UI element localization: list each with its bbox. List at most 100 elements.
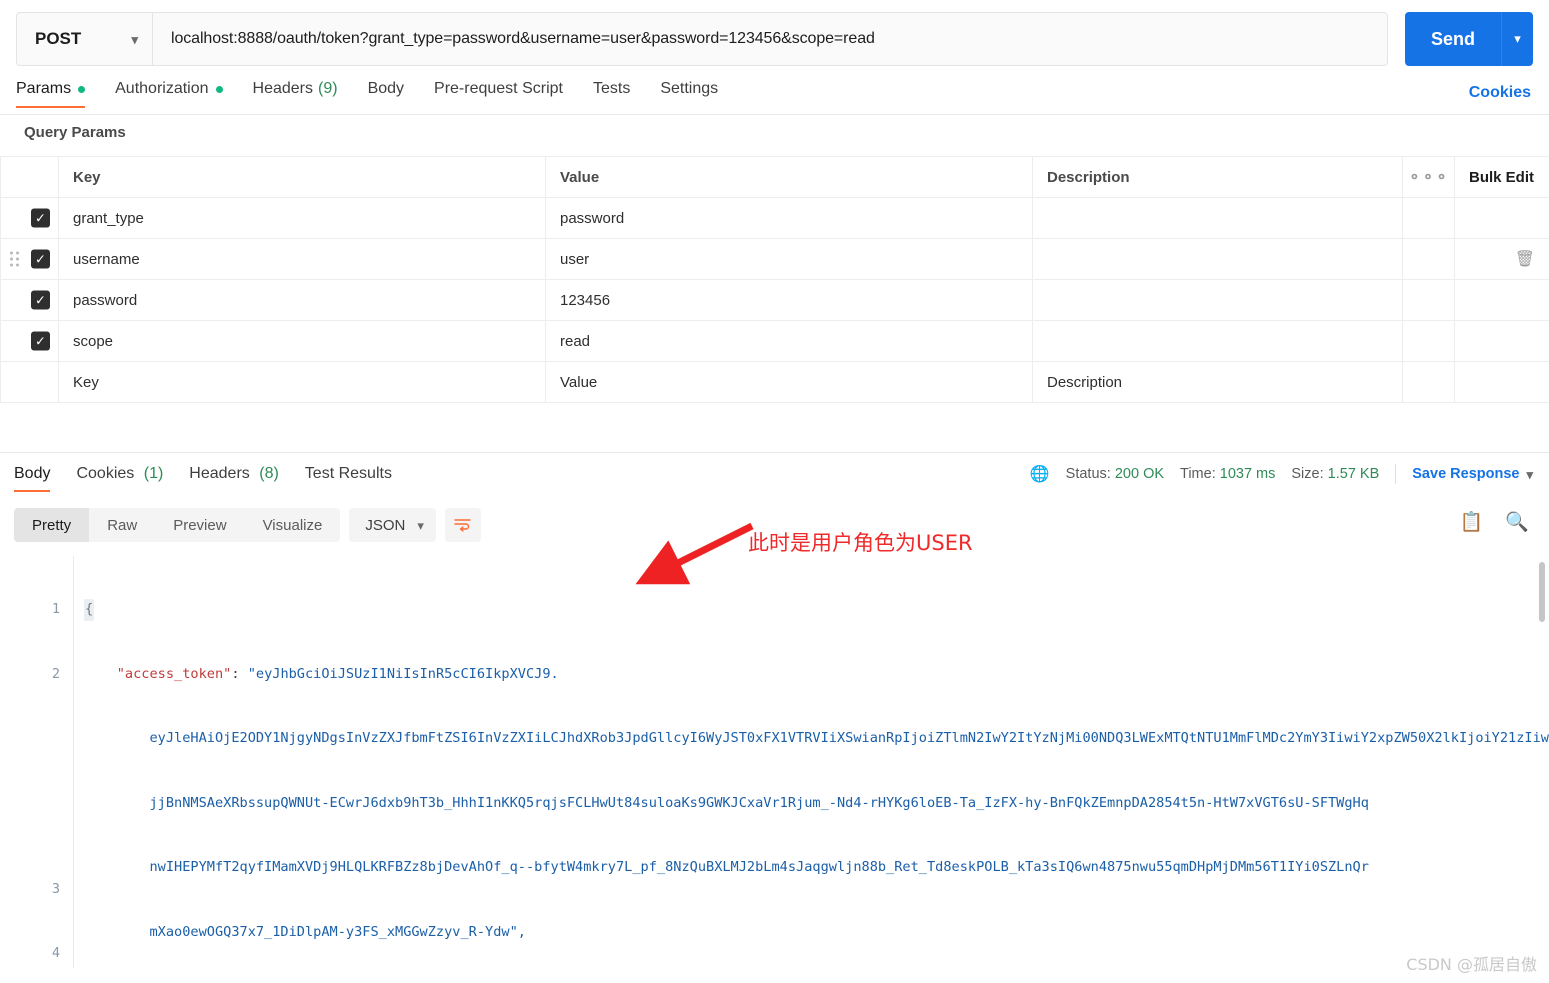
row-checkbox[interactable]: ✓: [31, 331, 50, 351]
view-mode-preview[interactable]: Preview: [155, 508, 244, 542]
row-description[interactable]: [1032, 279, 1403, 321]
tab-tests[interactable]: Tests: [593, 80, 630, 108]
annotation-arrow-icon: [635, 522, 754, 585]
code-scrollbar[interactable]: [1539, 562, 1545, 622]
row-key[interactable]: scope: [58, 320, 546, 362]
row-checkbox[interactable]: ✓: [31, 249, 50, 269]
drag-handle-icon[interactable]: [10, 251, 19, 267]
copy-icon[interactable]: 📋: [1460, 510, 1484, 534]
row-value[interactable]: 123456: [545, 279, 1033, 321]
row-actions: [1454, 197, 1549, 239]
tab-params[interactable]: Params: [16, 80, 86, 108]
row-key[interactable]: password: [58, 279, 546, 321]
response-tab-body[interactable]: Body: [14, 465, 51, 492]
code-line: "access_token": "eyJhbGciOiJSUzI1NiIsInR…: [84, 664, 1549, 686]
response-view-bar: Pretty Raw Preview Visualize JSON ▾: [14, 508, 481, 542]
table-row: ✓ password 123456: [0, 279, 1549, 321]
search-icon[interactable]: 🔍: [1505, 510, 1529, 534]
table-header-row: Key Value Description ⚬⚬⚬ Bulk Edit: [0, 156, 1549, 198]
row-value[interactable]: password: [545, 197, 1033, 239]
key-access-token: "access_token": [116, 665, 232, 682]
bulk-edit-button[interactable]: Bulk Edit: [1454, 156, 1549, 198]
value-access-token-part: jjBnNMSAeXRbssupQWNUt-ECwrJ6dxb9hT3b_Hhh…: [149, 794, 1369, 811]
format-selector[interactable]: JSON ▾: [349, 508, 436, 542]
divider: [0, 452, 1549, 453]
view-mode-visualize[interactable]: Visualize: [245, 508, 341, 542]
value-access-token-part: nwIHEPYMfT2qyfIMamXVDj9HLQLKRFBZz8bjDevA…: [149, 859, 1369, 875]
new-value-input[interactable]: Value: [545, 361, 1033, 403]
send-group: Send ▾: [1405, 12, 1533, 66]
divider: [0, 114, 1549, 115]
row-spacer: [1402, 238, 1455, 280]
url-text: localhost:8888/oauth/token?grant_type=pa…: [171, 30, 875, 47]
time-label: Time:: [1180, 466, 1216, 482]
chevron-down-icon: ▾: [1526, 466, 1533, 482]
row-checkbox[interactable]: ✓: [31, 290, 50, 310]
tab-body[interactable]: Body: [368, 80, 404, 108]
response-tab-headers-count: (8): [259, 464, 279, 482]
table-row: ✓ scope read: [0, 320, 1549, 362]
row-actions: [1454, 320, 1549, 362]
response-tab-test-results[interactable]: Test Results: [305, 465, 392, 492]
more-options-icon[interactable]: ⚬⚬⚬: [1408, 169, 1449, 186]
tab-params-label: Params: [16, 80, 72, 97]
row-spacer: [1402, 320, 1455, 362]
row-description[interactable]: [1032, 320, 1403, 362]
response-tab-cookies[interactable]: Cookies (1): [76, 465, 163, 492]
save-response-label: Save Response: [1412, 466, 1520, 482]
row-key[interactable]: grant_type: [58, 197, 546, 239]
response-tab-headers[interactable]: Headers (8): [189, 465, 279, 492]
row-checkbox-cell: ✓: [0, 238, 59, 280]
response-tab-test-results-label: Test Results: [304, 464, 392, 482]
tab-tests-label: Tests: [592, 80, 631, 97]
table-row: ✓ username user 🗑: [0, 238, 1549, 280]
tab-body-label: Body: [367, 80, 405, 97]
code-lines: { "access_token": "eyJhbGciOiJSUzI1NiIsI…: [84, 556, 1549, 968]
row-value[interactable]: read: [545, 320, 1033, 362]
bulk-edit-label: Bulk Edit: [1469, 168, 1535, 186]
method-label: POST: [35, 29, 82, 48]
method-selector[interactable]: POST ▾: [16, 12, 152, 66]
send-button[interactable]: Send: [1405, 12, 1501, 66]
view-mode-pretty[interactable]: Pretty: [14, 508, 90, 542]
json-open-brace: {: [84, 599, 95, 621]
wrap-lines-button[interactable]: [444, 508, 481, 542]
header-more-options[interactable]: ⚬⚬⚬: [1402, 156, 1455, 198]
query-params-title: Query Params: [24, 124, 126, 141]
response-tab-cookies-label: Cookies: [76, 464, 135, 482]
size-group: Size: 1.57 KB: [1291, 466, 1379, 482]
response-tab-headers-label: Headers: [189, 464, 250, 482]
response-body-code[interactable]: 1 2 3 4 5 6 7 8 { "access_token": "eyJhb…: [0, 556, 1549, 968]
new-key-input[interactable]: Key: [58, 361, 546, 403]
size-value: 1.57 KB: [1327, 466, 1380, 482]
row-value[interactable]: user: [545, 238, 1033, 280]
chevron-down-icon: ▾: [131, 31, 138, 47]
line-number: 2: [51, 665, 60, 682]
tab-settings[interactable]: Settings: [660, 80, 718, 108]
row-actions: [1454, 279, 1549, 321]
tab-headers-label: Headers: [252, 80, 313, 97]
send-options-chevron-down-icon[interactable]: ▾: [1501, 12, 1533, 66]
line-number: 3: [51, 880, 60, 897]
row-description[interactable]: [1032, 238, 1403, 280]
url-bar: POST ▾ localhost:8888/oauth/token?grant_…: [0, 0, 1549, 78]
response-status-bar: 🌐 Status: 200 OK Time: 1037 ms Size: 1.5…: [1030, 464, 1533, 484]
tab-authorization[interactable]: Authorization: [115, 80, 223, 108]
tab-headers[interactable]: Headers (9): [253, 80, 338, 108]
view-mode-raw[interactable]: Raw: [89, 508, 155, 542]
delete-row-icon[interactable]: 🗑: [1515, 249, 1535, 269]
cookies-link[interactable]: Cookies: [1469, 84, 1531, 102]
url-input[interactable]: localhost:8888/oauth/token?grant_type=pa…: [152, 12, 1388, 66]
row-description[interactable]: [1032, 197, 1403, 239]
unsaved-dot-icon: [215, 85, 223, 93]
tab-pre-request-script[interactable]: Pre-request Script: [434, 80, 563, 108]
line-number-gutter: 1 2 3 4 5 6 7 8: [0, 556, 74, 968]
code-line: nwIHEPYMfT2qyfIMamXVDj9HLQLKRFBZz8bjDevA…: [84, 857, 1549, 879]
query-params-table: Key Value Description ⚬⚬⚬ Bulk Edit ✓ gr…: [0, 156, 1549, 403]
new-description-input[interactable]: Description: [1032, 361, 1403, 403]
save-response-button[interactable]: Save Response ▾: [1412, 466, 1533, 482]
row-checkbox[interactable]: ✓: [31, 208, 50, 228]
header-description: Description: [1032, 156, 1403, 198]
row-key[interactable]: username: [58, 238, 546, 280]
row-checkbox-cell: ✓: [0, 197, 59, 239]
